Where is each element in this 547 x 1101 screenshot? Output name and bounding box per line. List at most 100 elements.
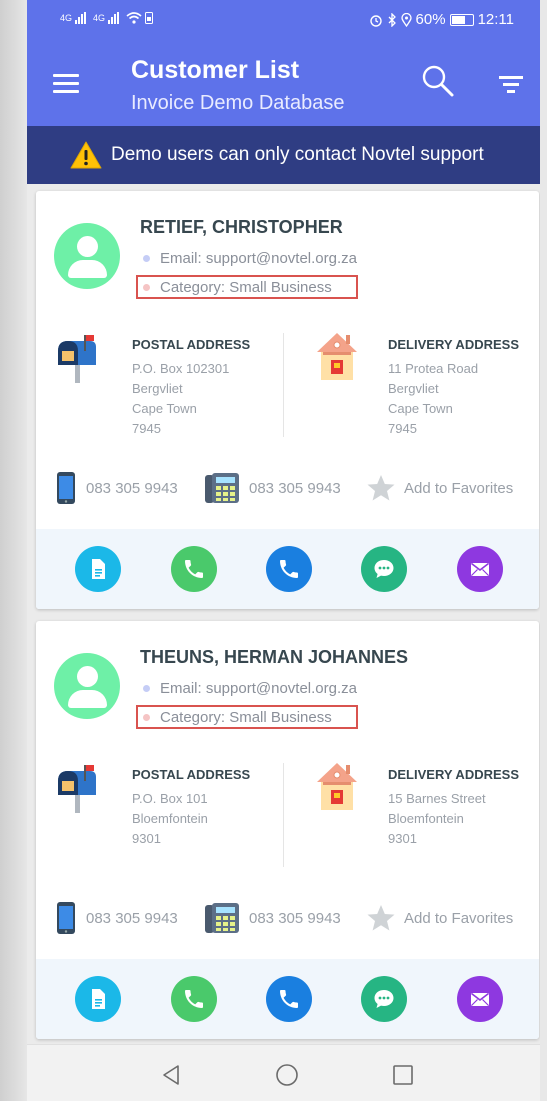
contact-row: 083 305 9943 083 305 9943 Add to Favorit… [36,471,539,505]
customer-name: RETIEF, CHRISTOPHER [140,217,343,237]
invoice-button[interactable] [75,546,121,592]
contact-row: 083 305 9943 083 305 9943 Add to Favorit… [36,901,539,935]
postal-address-line: 7945 [132,421,161,436]
filter-icon[interactable] [499,74,523,94]
call-button[interactable] [171,546,217,592]
phone-number-text: 083 305 9943 [249,909,341,927]
email-button[interactable] [457,546,503,592]
star-icon [366,473,396,503]
house-icon [314,760,360,812]
delivery-address-title: DELIVERY ADDRESS [388,767,519,782]
add-to-favorites-button[interactable]: Add to Favorites [366,471,513,505]
add-to-favorites-label: Add to Favorites [404,909,514,927]
postal-address-line: Cape Town [132,401,197,416]
status-left: 4G 4G [60,12,154,24]
recents-icon[interactable] [391,1063,415,1087]
delivery-address-title: DELIVERY ADDRESS [388,337,519,352]
postal-address-line: Bergvliet [132,381,183,396]
page-subtitle: Invoice Demo Database [131,92,345,114]
bullet-icon [143,685,150,692]
bluetooth-icon [388,12,396,27]
desk-phone-icon [203,901,241,935]
house-icon [314,330,360,382]
phone-number-text: 083 305 9943 [249,479,341,497]
avatar-icon [54,223,120,289]
customer-card[interactable]: RETIEF, CHRISTOPHER Email: support@novtel… [36,191,539,609]
mobile-phone-icon [56,471,76,505]
invoice-button[interactable] [75,976,121,1022]
address-divider [283,763,284,867]
postal-address-line: 9301 [132,831,161,846]
avatar-icon [54,653,120,719]
mailbox-icon [54,333,100,385]
customer-email[interactable]: Email: support@novtel.org.za [143,680,357,697]
mobile-number-text: 083 305 9943 [86,479,178,497]
battery-percent: 60% [415,11,446,28]
menu-icon[interactable] [53,74,79,94]
mobile-number-text: 083 305 9943 [86,909,178,927]
postal-address-line: P.O. Box 101 [132,791,208,806]
delivery-address-line: 11 Protea Road [388,361,479,376]
dial-button[interactable] [266,546,312,592]
mobile-number[interactable]: 083 305 9943 [56,901,178,935]
battery-icon [449,13,474,26]
message-button[interactable] [361,546,407,592]
location-icon [400,12,412,27]
customer-category-text: Category: Small Business [160,708,332,726]
signal-icon [108,12,120,24]
bullet-icon [143,283,150,291]
warning-icon [70,141,102,169]
customer-category-text: Category: Small Business [160,278,332,296]
action-bar [36,959,539,1039]
delivery-address-line: 7945 [388,421,417,436]
postal-address-line: P.O. Box 102301 [132,361,230,376]
wifi-icon [126,12,142,24]
page-title: Customer List [131,56,300,84]
customer-name: THEUNS, HERMAN JOHANNES [140,647,409,667]
customer-email-text: Email: support@novtel.org.za [160,250,357,267]
dial-button[interactable] [266,976,312,1022]
star-icon [366,903,396,933]
action-bar [36,529,539,609]
bullet-icon [143,713,150,721]
home-icon[interactable] [275,1063,299,1087]
add-to-favorites-button[interactable]: Add to Favorites [366,901,513,935]
app-bar: Customer List Invoice Demo Database [27,46,540,126]
delivery-address-line: Cape Town [388,401,453,416]
navigation-bar [27,1044,540,1101]
call-button[interactable] [171,976,217,1022]
delivery-address-line: 9301 [388,831,417,846]
mailbox-icon [54,763,100,815]
phone-number[interactable]: 083 305 9943 [203,901,341,935]
customer-email-text: Email: support@novtel.org.za [160,680,357,697]
bullet-icon [143,255,150,262]
phone-number[interactable]: 083 305 9943 [203,471,341,505]
email-button[interactable] [457,976,503,1022]
phone-screen: 4G 4G 60% 12:11 Customer List Invoice De… [27,0,540,1101]
customer-email[interactable]: Email: support@novtel.org.za [143,250,357,267]
add-to-favorites-label: Add to Favorites [404,479,514,497]
status-bar: 4G 4G 60% 12:11 [27,0,540,46]
status-right: 60% 12:11 [369,11,514,28]
postal-address-line: Bloemfontein [132,811,208,826]
customer-category: Category: Small Business [136,705,358,729]
back-icon[interactable] [159,1063,183,1087]
mobile-phone-icon [56,901,76,935]
postal-address-title: POSTAL ADDRESS [132,337,251,352]
clock: 12:11 [477,11,514,28]
message-button[interactable] [361,976,407,1022]
customer-card[interactable]: THEUNS, HERMAN JOHANNES Email: support@no… [36,621,539,1039]
search-icon[interactable] [421,64,455,98]
demo-notice-banner: Demo users can only contact Novtel suppo… [27,126,540,184]
delivery-address-line: Bloemfontein [388,811,464,826]
signal-icon [75,12,87,24]
mobile-number[interactable]: 083 305 9943 [56,471,178,505]
postal-address-title: POSTAL ADDRESS [132,767,251,782]
network-type-1: 4G [60,13,73,23]
background-left [0,0,27,1101]
background-right [540,0,547,1101]
customer-category: Category: Small Business [136,275,358,299]
alarm-icon [369,14,382,27]
delivery-address-line: 15 Barnes Street [388,791,486,806]
delivery-address-line: Bergvliet [388,381,439,396]
